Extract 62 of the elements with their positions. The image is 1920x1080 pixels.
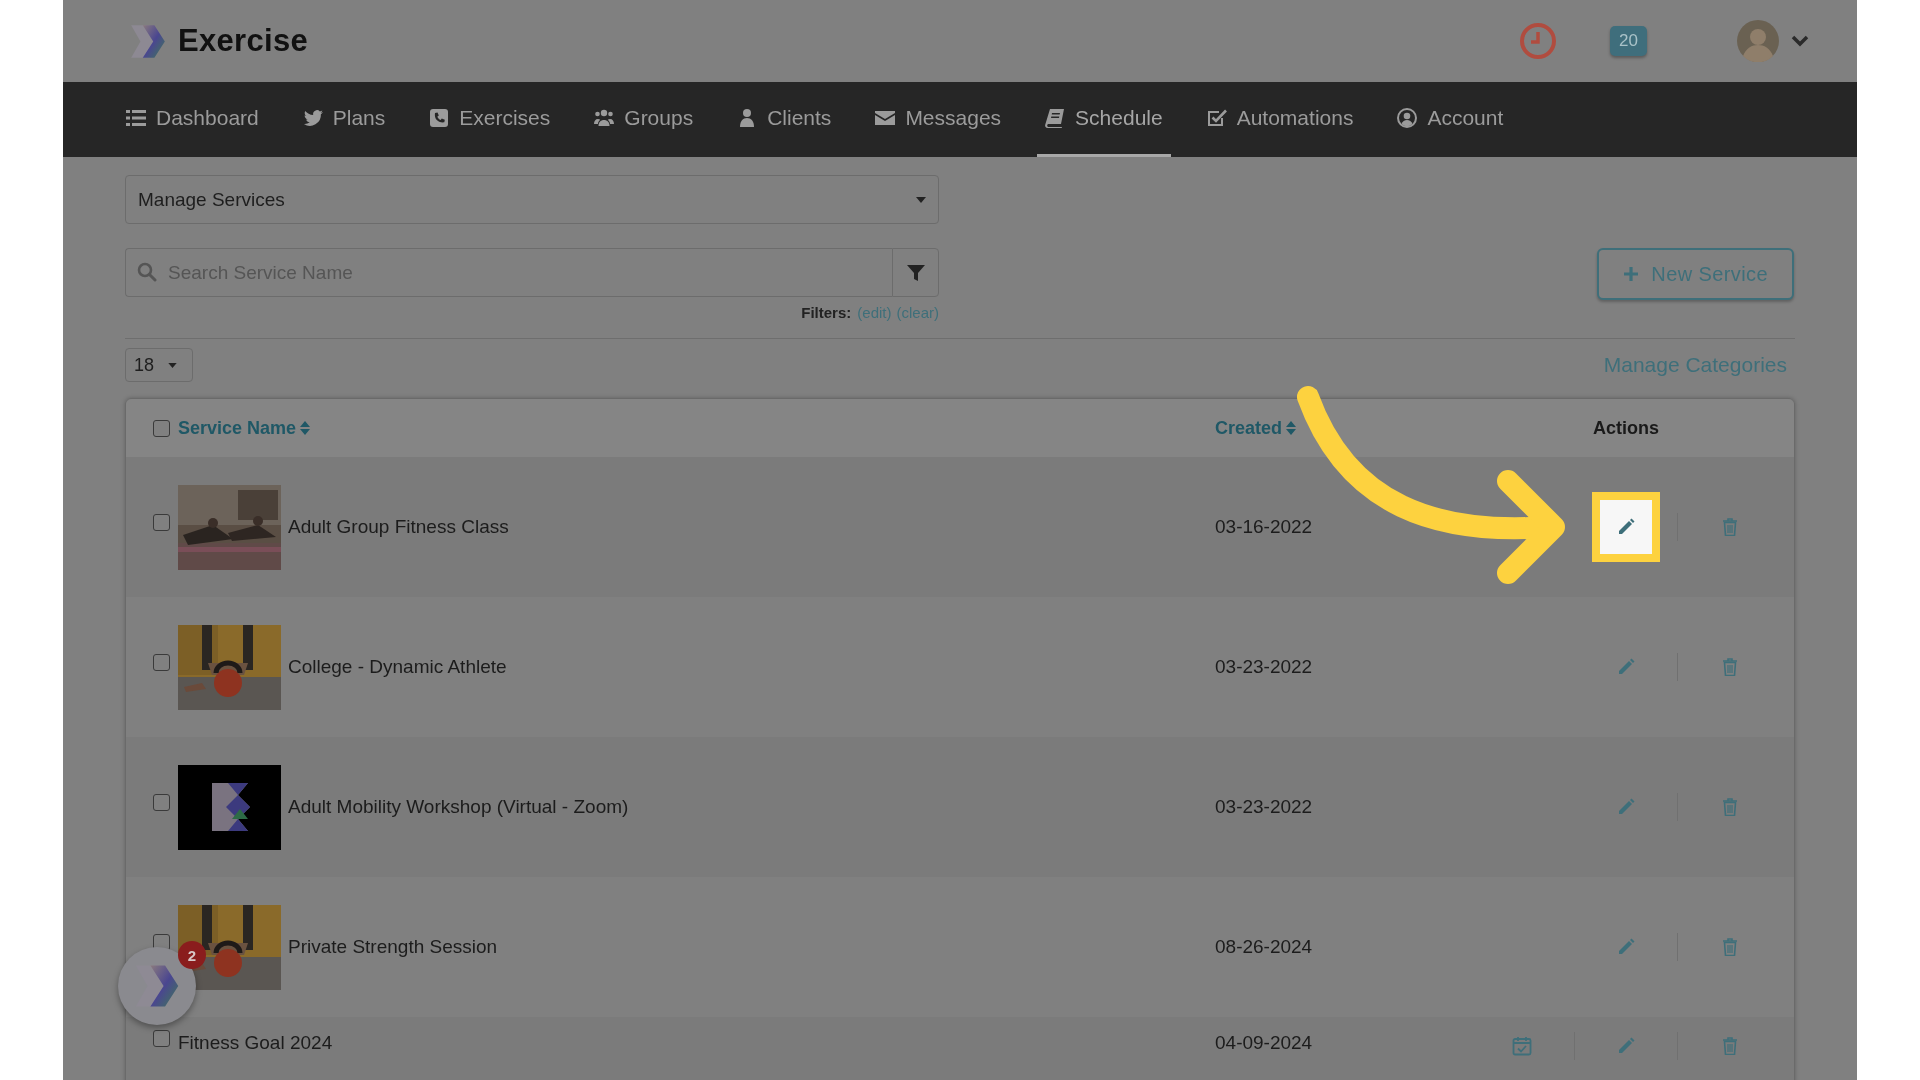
app-name: Exercise [178,23,308,59]
service-name: Adult Group Fitness Class [288,516,509,538]
notification-badge[interactable]: 20 [1610,26,1647,56]
row-checkbox[interactable] [153,1029,170,1047]
pencil-icon [1616,518,1635,536]
trash-icon [1721,938,1738,956]
service-select[interactable]: Manage Services [125,175,939,224]
plus-icon [1623,266,1640,282]
column-header: Actions [1593,417,1659,439]
trash-icon [1721,1037,1738,1055]
created-date: 03-23-2022 [1215,656,1313,678]
pencil-button[interactable] [1591,492,1660,562]
service-name: Fitness Goal 2024 [178,1032,333,1054]
row-checkbox[interactable] [153,513,170,531]
select-all-checkbox[interactable] [153,419,170,437]
created-date: 04-09-2024 [1215,1032,1313,1054]
created-date: 03-23-2022 [1215,796,1313,818]
nav-tab[interactable]: Dashboard [126,82,267,157]
pencil-icon [1616,798,1635,816]
nav-tab[interactable]: Schedule [1037,82,1171,157]
logo-icon [130,23,166,59]
row-checkbox[interactable] [153,793,170,811]
row-checkbox[interactable] [153,653,170,671]
envelope-icon [875,108,896,128]
created-date: 08-26-2024 [1215,936,1313,958]
chevron-down-icon[interactable] [1791,35,1809,47]
nav-tab[interactable]: Account [1397,82,1512,157]
service-name: Adult Mobility Workshop (Virtual - Zoom) [288,796,629,818]
trash-icon [1721,798,1738,816]
pencil-icon [1616,658,1635,676]
list-icon [126,108,146,128]
nav-tab[interactable]: Automations [1206,82,1362,157]
caret-icon [916,196,926,203]
filter-button[interactable] [892,248,939,297]
service-name: Private Strength Session [288,936,498,958]
nav-tab[interactable]: Exercises [429,82,559,157]
trash-icon [1721,518,1738,536]
avatar-icon[interactable] [1737,20,1779,62]
created-date: 03-16-2022 [1215,516,1313,538]
sort-icon [1286,420,1297,436]
book-icon [1045,108,1066,128]
filter-icon [906,263,925,282]
user-circle-icon [1397,108,1418,128]
sort-icon [300,420,311,436]
nav-tab[interactable]: Messages [875,82,1010,157]
pencil-icon [1617,1037,1635,1055]
caret-icon [168,362,178,368]
checkbox-icon [1206,108,1227,128]
nav-tab[interactable]: Plans [302,82,394,157]
filters-label: Filters: [801,304,852,321]
search-icon [137,262,157,282]
bird-icon [302,108,323,128]
pencil-icon [1616,938,1635,956]
trash-icon [1721,658,1738,676]
people-icon [594,108,615,128]
nav-tab[interactable]: Groups [594,82,702,157]
clock-icon[interactable] [1519,22,1558,60]
nav-tab[interactable]: Clients [737,82,840,157]
calendar-check-icon [1512,1036,1533,1056]
service-name: College - Dynamic Athlete [288,656,507,678]
phone-icon [429,108,450,128]
page-size-select[interactable]: 18 [125,348,193,382]
